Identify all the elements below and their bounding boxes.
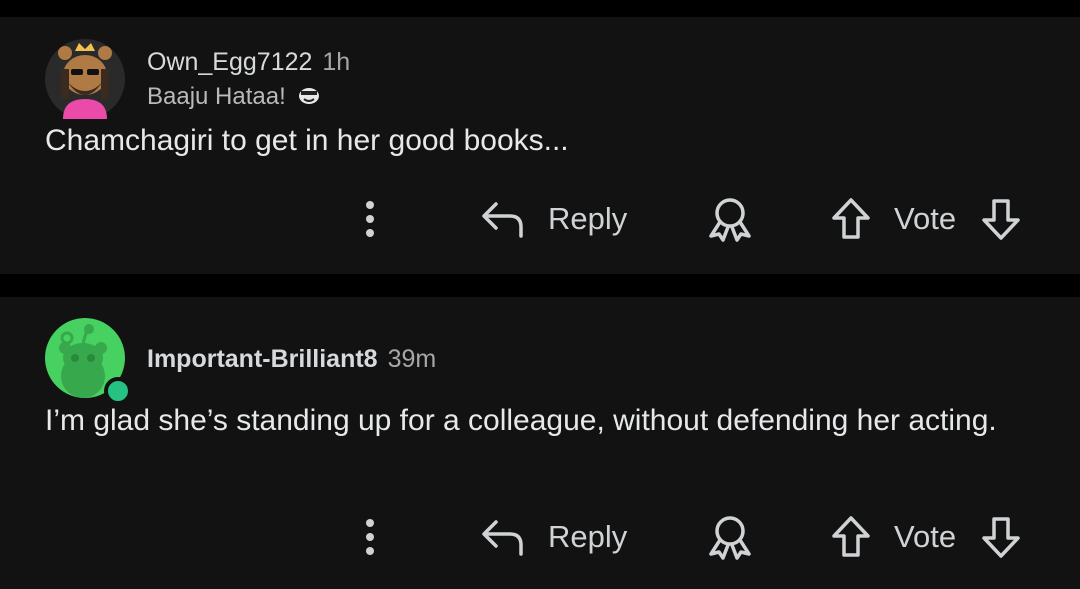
downvote-icon[interactable] bbox=[980, 197, 1022, 241]
award-icon bbox=[706, 196, 754, 242]
comment-time: 39m bbox=[387, 345, 437, 373]
vote-label: Vote bbox=[894, 519, 957, 554]
reply-arrow-icon bbox=[480, 198, 526, 240]
flair-emoji-icon bbox=[298, 84, 320, 112]
reply-button[interactable]: Reply bbox=[480, 189, 627, 249]
upvote-icon[interactable] bbox=[830, 515, 872, 559]
username[interactable]: Important-Brilliant8 39m bbox=[147, 345, 436, 374]
comment-card: Own_Egg7122 1h Baaju Hataa! Chamchagiri t… bbox=[0, 17, 1080, 274]
more-options-button[interactable] bbox=[356, 507, 384, 567]
username-label[interactable]: Important-Brilliant8 bbox=[147, 345, 378, 373]
more-icon bbox=[356, 199, 384, 239]
more-options-button[interactable] bbox=[356, 189, 384, 249]
more-icon bbox=[356, 517, 384, 557]
vote-controls: Vote bbox=[830, 189, 1022, 249]
vote-label: Vote bbox=[894, 201, 957, 236]
comment-body: I’m glad she’s standing up for a colleag… bbox=[45, 404, 997, 437]
award-button[interactable] bbox=[706, 507, 754, 567]
reply-label: Reply bbox=[548, 201, 628, 236]
user-avatar[interactable] bbox=[45, 39, 125, 119]
username-label[interactable]: Own_Egg7122 bbox=[147, 48, 312, 76]
comment-actions: Reply Vote bbox=[0, 507, 1080, 567]
comment-body: Chamchagiri to get in her good books... bbox=[45, 124, 569, 157]
reply-label: Reply bbox=[548, 519, 628, 554]
award-button[interactable] bbox=[706, 189, 754, 249]
user-flair: Baaju Hataa! bbox=[147, 83, 320, 112]
reply-button[interactable]: Reply bbox=[480, 507, 627, 567]
comment-time: 1h bbox=[322, 48, 351, 76]
vote-controls: Vote bbox=[830, 507, 1022, 567]
upvote-icon[interactable] bbox=[830, 197, 872, 241]
comment-actions: Reply Vote bbox=[0, 189, 1080, 249]
flair-label: Baaju Hataa! bbox=[147, 83, 286, 110]
username[interactable]: Own_Egg7122 1h bbox=[147, 48, 350, 77]
downvote-icon[interactable] bbox=[980, 515, 1022, 559]
comment-card: Important-Brilliant8 39m I’m glad she’s s… bbox=[0, 297, 1080, 589]
reply-arrow-icon bbox=[480, 516, 526, 558]
award-icon bbox=[706, 514, 754, 560]
